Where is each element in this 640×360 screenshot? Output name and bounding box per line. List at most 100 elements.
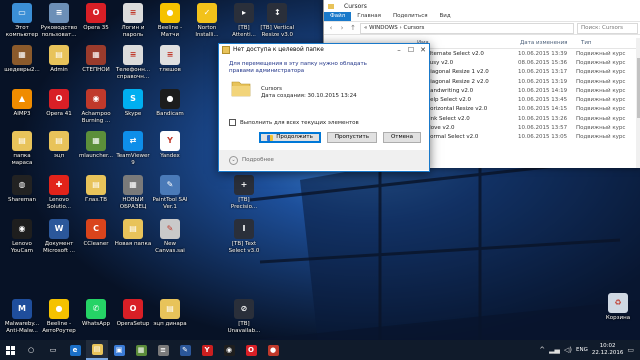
edge-icon[interactable]: e xyxy=(64,340,86,360)
desktop-icon-label: [TB] Text Select v3.0 xyxy=(228,241,260,254)
search-input[interactable]: Поиск: Cursors xyxy=(577,22,638,34)
text-file-icon: ≡ xyxy=(123,3,143,23)
continue-label: Продолжить xyxy=(276,134,313,140)
image-app-icon[interactable]: ▦ xyxy=(130,340,152,360)
shield-icon xyxy=(267,134,274,141)
ribbon-tab[interactable]: Вид xyxy=(434,12,457,21)
ribbon-tab[interactable]: Главная xyxy=(351,12,387,21)
cancel-button[interactable]: Отмена xyxy=(382,132,421,143)
clock-time: 10:02 xyxy=(599,343,616,349)
dialog-footer: ⌄ Подробнее xyxy=(219,150,429,170)
file-name: Horizontal Resize v2.0 xyxy=(426,106,488,113)
skip-button[interactable]: Пропустить xyxy=(326,132,377,143)
file-type: Подвижный курс xyxy=(576,69,626,76)
volume-icon[interactable]: ◁) xyxy=(564,346,572,354)
desktop-icon[interactable]: I [TB] Text Select v3.0 xyxy=(222,216,266,274)
minimize-button[interactable]: – xyxy=(393,46,405,54)
image-app-icon-glyph: ▦ xyxy=(135,344,147,356)
file-row[interactable]: Link Select v2.0 10.06.2015 13:26 Подвижны… xyxy=(414,114,640,123)
document-app-icon[interactable]: ≡ xyxy=(152,340,174,360)
file-explorer-icon[interactable]: ▤ xyxy=(86,340,108,360)
forward-arrow-icon[interactable]: › xyxy=(338,24,346,32)
camera-app-icon[interactable]: ◉ xyxy=(218,340,240,360)
malwarebytes-icon: M xyxy=(12,299,32,319)
file-date: 10.06.2015 14:15 xyxy=(518,106,568,113)
clock-date: 22.12.2016 xyxy=(591,350,624,356)
start-button[interactable] xyxy=(0,340,20,360)
file-row[interactable]: Handwriting v2.0 10.06.2015 14:19 Подвижны… xyxy=(414,86,640,95)
ribbon-tab[interactable]: Поделиться xyxy=(387,12,434,21)
ribbon-tab[interactable]: Файл xyxy=(324,12,352,21)
edge-icon-glyph: e xyxy=(69,344,81,356)
skype-icon: S xyxy=(123,89,143,109)
column-type[interactable]: Тип xyxy=(578,38,640,48)
back-arrow-icon[interactable]: ‹ xyxy=(327,24,335,32)
vertical-scrollbar[interactable] xyxy=(636,38,640,168)
teamviewer-icon: ⇄ xyxy=(123,131,143,151)
yandex-browser-icon[interactable]: Y xyxy=(196,340,218,360)
task-view-icon[interactable]: ▭ xyxy=(42,340,64,360)
file-row[interactable]: Move v2.0 10.06.2015 13:57 Подвижный курс xyxy=(414,123,640,133)
file-date: 10.06.2015 13:26 xyxy=(518,115,568,122)
desktop-icon-label: PaintTool SAI Ver.1 xyxy=(152,197,188,210)
opera-taskbar-icon[interactable]: O xyxy=(240,340,262,360)
whatsapp-icon: ✆ xyxy=(86,299,106,319)
pen-app-icon[interactable]: ✎ xyxy=(174,340,196,360)
file-date: 10.06.2015 13:45 xyxy=(518,97,568,104)
file-date: 10.06.2015 13:19 xyxy=(518,78,568,85)
maximize-button[interactable]: ☐ xyxy=(405,46,417,54)
file-row[interactable]: Diagonal Resize 1 v2.0 10.06.2015 13:17 По… xyxy=(414,68,640,77)
youcam-icon: ◉ xyxy=(12,219,32,239)
taskbar-apps: ○ ▭ e ▤ ▣ ▦ ≡ ✎ Y ◉ O ● xyxy=(20,340,284,360)
file-row[interactable]: Help Select v2.0 10.06.2015 13:45 Подвижны… xyxy=(414,95,640,105)
desktop-icon-label: Yandex xyxy=(160,153,180,159)
word-icon: W xyxy=(49,219,69,239)
image-icon: ▦ xyxy=(123,175,143,195)
file-name: Move v2.0 xyxy=(426,125,455,132)
store-icon[interactable]: ▣ xyxy=(108,340,130,360)
file-row[interactable]: Horizontal Resize v2.0 10.06.2015 14:15 По… xyxy=(414,105,640,114)
yandex-icon: Y xyxy=(160,131,180,151)
network-icon[interactable]: ▂▄ xyxy=(549,346,560,354)
desktop-icon-label: Bandicam xyxy=(156,111,184,117)
dialog-title-bar[interactable]: Нет доступа к целевой папке – ☐ ✕ xyxy=(219,44,429,55)
file-date: 08.06.2015 15:36 xyxy=(518,59,568,66)
file-type: Подвижный курс xyxy=(576,59,626,66)
file-date: 10.06.2015 13:57 xyxy=(518,125,568,132)
continue-button[interactable]: Продолжить xyxy=(259,132,321,143)
file-name: Diagonal Resize 1 v2.0 xyxy=(426,69,489,76)
document-icon: ≡ xyxy=(123,45,143,65)
search-icon[interactable]: ○ xyxy=(20,340,42,360)
task-view-icon-glyph: ▭ xyxy=(49,345,57,354)
file-row[interactable]: Busy v2.0 08.06.2015 15:36 Подвижный курс xyxy=(414,58,640,67)
explorer-title-bar[interactable]: Cursors xyxy=(324,0,640,12)
access-denied-dialog: Нет доступа к целевой папке – ☐ ✕ Для пе… xyxy=(218,43,430,172)
record-app-icon[interactable]: ● xyxy=(262,340,284,360)
close-button[interactable]: ✕ xyxy=(417,46,429,54)
clock[interactable]: 10:02 22.12.2016 xyxy=(592,343,624,357)
details-link[interactable]: Подробнее xyxy=(242,157,274,163)
cursor-icon: + xyxy=(234,175,254,195)
up-arrow-icon[interactable]: ↑ xyxy=(349,24,357,32)
file-name: Handwriting v2.0 xyxy=(426,87,474,94)
desktop-icon[interactable]: ✎ New Canvas.sai xyxy=(148,216,192,274)
language-indicator[interactable]: ENG xyxy=(576,347,588,353)
opera-icon: O xyxy=(49,89,69,109)
file-row[interactable]: Normal Select v2.0 10.06.2015 13:05 Подвиж… xyxy=(414,133,640,142)
address-bar[interactable]: « WINDOWS › Cursors xyxy=(360,22,574,34)
notifications-icon[interactable]: ▭ xyxy=(627,346,634,354)
checkbox-box[interactable] xyxy=(229,119,236,126)
shareman-icon: ◍ xyxy=(12,175,32,195)
file-row[interactable]: Diagonal Resize 2 v2.0 10.06.2015 13:19 По… xyxy=(414,77,640,86)
chevron-down-icon[interactable]: ⌄ xyxy=(229,155,238,165)
apply-all-checkbox[interactable]: Выполнить для всех текущих элементов xyxy=(229,119,359,126)
file-name: Busy v2.0 xyxy=(426,59,454,66)
file-type: Подвижный курс xyxy=(576,78,626,85)
record-app-icon-glyph: ● xyxy=(267,344,279,356)
norton-icon: ✓ xyxy=(197,3,217,23)
column-date[interactable]: Дата изменения xyxy=(517,38,578,48)
chevron-up-icon[interactable]: ^ xyxy=(539,346,545,354)
file-row[interactable]: Alternate Select v2.0 10.06.2015 13:39 Под… xyxy=(414,49,640,58)
desktop-icon-label: New Canvas.sai xyxy=(155,241,185,254)
file-date: 10.06.2015 13:05 xyxy=(518,134,568,141)
